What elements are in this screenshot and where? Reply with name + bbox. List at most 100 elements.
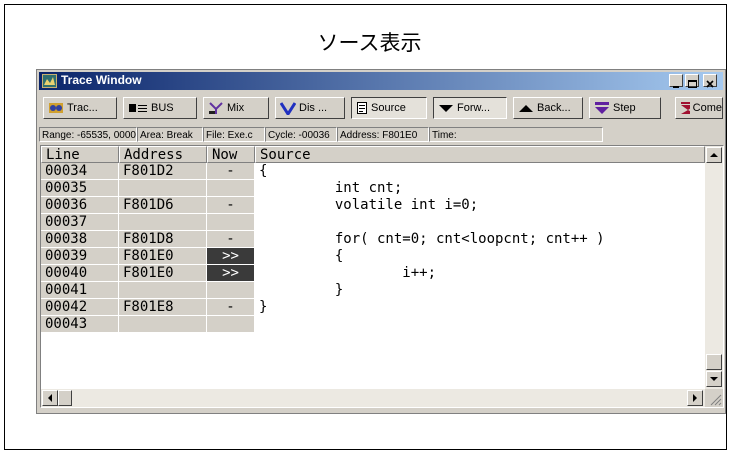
cell-line: 00041 xyxy=(41,282,119,299)
down-arrow-icon xyxy=(710,377,718,381)
cell-line: 00036 xyxy=(41,197,119,214)
maximize-button[interactable] xyxy=(685,74,699,88)
cell-address: F801E0 xyxy=(119,248,207,265)
table-row[interactable]: 00034 F801D2-{ xyxy=(41,163,705,180)
cell-source: } xyxy=(259,299,268,315)
cell-address: F801D6 xyxy=(119,197,207,214)
window-title: Trace Window xyxy=(61,73,142,87)
status-time: Time: xyxy=(429,127,603,142)
cell-source xyxy=(255,214,705,231)
cell-source: { xyxy=(259,248,344,264)
cell-source: volatile int i=0; xyxy=(259,197,479,213)
cell-line: 00040 xyxy=(41,265,119,282)
column-header-line[interactable]: Line xyxy=(41,146,119,163)
bus-button-label: BUS xyxy=(151,102,174,114)
scroll-down-button[interactable] xyxy=(706,371,722,387)
mix-button[interactable]: Mix xyxy=(203,97,269,119)
cell-line: 00043 xyxy=(41,316,119,333)
title-bar[interactable]: Trace Window xyxy=(39,72,723,90)
table-row[interactable]: 00035 int cnt; xyxy=(41,180,705,197)
trace-icon xyxy=(49,103,63,113)
column-header-address[interactable]: Address xyxy=(119,146,207,163)
horizontal-scroll-thumb[interactable] xyxy=(58,390,72,406)
table-row[interactable]: 00037 xyxy=(41,214,705,231)
close-button[interactable] xyxy=(703,74,717,88)
disassemble-button[interactable]: Dis ... xyxy=(275,97,345,119)
table-row[interactable]: 00038 F801D8- for( cnt=0; cnt<loopcnt; cn… xyxy=(41,231,705,248)
cell-address: F801E0 xyxy=(119,265,207,282)
scroll-right-button[interactable] xyxy=(687,390,703,406)
cell-address xyxy=(119,180,207,197)
resize-grip-icon[interactable] xyxy=(705,389,723,407)
cell-now: - xyxy=(207,231,255,248)
column-header-now[interactable]: Now xyxy=(207,146,255,163)
back-triangle-icon xyxy=(519,105,533,112)
bus-icon xyxy=(129,104,147,112)
step-button[interactable]: Step xyxy=(589,97,661,119)
table-row[interactable]: 00043 xyxy=(41,316,705,333)
come-icon xyxy=(681,102,690,114)
table-row[interactable]: 00041 } xyxy=(41,282,705,299)
cell-address xyxy=(119,316,207,333)
cell-line: 00039 xyxy=(41,248,119,265)
column-header-source[interactable]: Source xyxy=(255,146,705,163)
step-button-label: Step xyxy=(613,102,636,114)
disassemble-button-label: Dis ... xyxy=(299,102,328,114)
source-icon xyxy=(357,102,367,114)
cell-now: >> xyxy=(207,248,255,265)
close-icon xyxy=(706,80,714,88)
back-button-label: Back... xyxy=(537,102,571,114)
forward-triangle-icon xyxy=(439,105,453,112)
cell-source xyxy=(255,316,705,333)
scroll-thumb[interactable] xyxy=(706,354,722,370)
table-row[interactable]: 00042 F801E8-} xyxy=(41,299,705,316)
horizontal-scrollbar[interactable] xyxy=(41,389,705,407)
scroll-left-button[interactable] xyxy=(42,390,58,406)
cell-address: F801D8 xyxy=(119,231,207,248)
cell-line: 00042 xyxy=(41,299,119,316)
trace-list[interactable]: Line Address Now Source 00034 F801D2-{000… xyxy=(40,145,724,408)
figure-caption: ソース表示 xyxy=(317,31,422,55)
figure-frame: ソース表示 Trace Window Trac... BUS Mix Dis .… xyxy=(4,4,727,450)
cell-source: { xyxy=(259,163,268,179)
cell-address: F801E8 xyxy=(119,299,207,316)
come-button[interactable]: Come xyxy=(675,97,723,119)
mix-icon xyxy=(209,102,223,114)
bus-button[interactable]: BUS xyxy=(123,97,197,119)
cell-source: i++; xyxy=(259,265,437,281)
cell-now xyxy=(207,282,255,299)
disassemble-icon xyxy=(280,102,296,115)
cell-line: 00037 xyxy=(41,214,119,231)
cell-address xyxy=(119,282,207,299)
maximize-icon xyxy=(688,80,697,88)
cell-now: - xyxy=(207,197,255,214)
trace-window: Trace Window Trac... BUS Mix Dis ... Sou… xyxy=(36,69,726,414)
forward-button[interactable]: Forw... xyxy=(433,97,507,119)
minimize-button[interactable] xyxy=(669,74,683,88)
table-row[interactable]: 00036 F801D6- volatile int i=0; xyxy=(41,197,705,214)
cell-source: for( cnt=0; cnt<loopcnt; cnt++ ) xyxy=(259,231,605,247)
window-app-icon xyxy=(42,74,57,88)
cell-now xyxy=(207,214,255,231)
right-arrow-icon xyxy=(693,394,697,402)
toolbar: Trac... BUS Mix Dis ... Source Forw... B… xyxy=(39,93,723,123)
back-button[interactable]: Back... xyxy=(513,97,583,119)
cell-line: 00038 xyxy=(41,231,119,248)
scroll-up-button[interactable] xyxy=(706,147,722,163)
source-button-label: Source xyxy=(371,102,406,114)
cell-source: int cnt; xyxy=(259,180,403,196)
cell-line: 00034 xyxy=(41,163,119,180)
cell-now xyxy=(207,180,255,197)
trace-button-label: Trac... xyxy=(67,102,98,114)
cell-now: - xyxy=(207,299,255,316)
vertical-scrollbar[interactable] xyxy=(705,146,723,389)
status-bar: Range: -65535, 00000 Area: Break File: E… xyxy=(39,127,723,143)
cell-address xyxy=(119,214,207,231)
cell-now: - xyxy=(207,163,255,180)
source-button[interactable]: Source xyxy=(351,97,427,119)
table-row[interactable]: 00040 F801E0 >> i++; xyxy=(41,265,705,282)
cell-now xyxy=(207,316,255,333)
trace-button[interactable]: Trac... xyxy=(43,97,117,119)
cell-source: } xyxy=(259,282,344,298)
table-row[interactable]: 00039 F801E0 >> { xyxy=(41,248,705,265)
